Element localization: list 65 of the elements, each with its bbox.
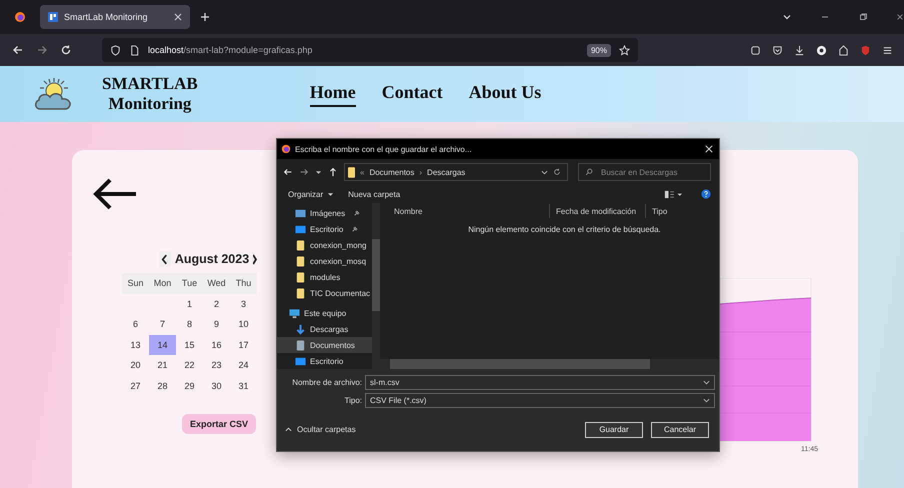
month-title: August 2023 bbox=[174, 252, 250, 266]
calendar-day[interactable]: 20 bbox=[122, 355, 149, 376]
organize-button[interactable]: Organizar bbox=[285, 190, 338, 198]
calendar-day[interactable]: 2 bbox=[203, 294, 230, 314]
calendar-day[interactable]: 31 bbox=[230, 376, 257, 396]
calendar-day[interactable]: 9 bbox=[203, 314, 230, 334]
site-title: Monitoring bbox=[108, 94, 192, 114]
calendar-day[interactable]: 8 bbox=[176, 314, 203, 334]
calendar-day[interactable]: 16 bbox=[203, 334, 230, 355]
calendar-day[interactable]: 27 bbox=[122, 376, 149, 396]
calendar-day[interactable]: 17 bbox=[230, 334, 257, 355]
column-header[interactable]: Fecha de modificación bbox=[550, 204, 646, 218]
site-title: SMARTLAB bbox=[102, 74, 198, 94]
calendar-day[interactable]: 13 bbox=[122, 334, 149, 355]
folder-tree-item[interactable]: Documentos bbox=[277, 337, 372, 353]
calendar-day[interactable]: 7 bbox=[149, 314, 176, 334]
zoom-badge[interactable]: 90% bbox=[586, 44, 611, 56]
cancel-button[interactable]: Cancelar bbox=[651, 422, 709, 438]
column-header[interactable]: Tipo bbox=[646, 204, 668, 218]
calendar-day[interactable]: 24 bbox=[230, 355, 257, 376]
calendar-day[interactable]: 14 bbox=[149, 334, 176, 355]
calendar-day[interactable]: 22 bbox=[176, 355, 203, 376]
address-bar[interactable]: localhost/smart-lab?module=graficas.php 90% bbox=[102, 38, 638, 62]
calendar-day[interactable]: 23 bbox=[203, 355, 230, 376]
empty-message: Ningún elemento coincide con el criterio de búsqueda. bbox=[468, 225, 661, 234]
new-folder-button[interactable]: Nueva carpeta bbox=[345, 190, 404, 198]
weekday-label: Tue bbox=[176, 273, 203, 294]
folder-tree-item[interactable]: TIC Documentac bbox=[277, 285, 372, 301]
calendar-day[interactable]: 3 bbox=[230, 294, 257, 314]
input-field[interactable]: CSV File (*.csv) bbox=[365, 393, 715, 408]
calendar-day[interactable]: 10 bbox=[230, 314, 257, 334]
weekday-label: Mon bbox=[149, 273, 176, 294]
input-field[interactable]: sl-m.csv bbox=[365, 375, 715, 390]
search-field[interactable]: Buscar en Descargas bbox=[578, 163, 711, 181]
url-text: localhost/smart-lab?module=graficas.php bbox=[148, 45, 312, 55]
calendar-day[interactable]: 21 bbox=[149, 355, 176, 376]
calendar-day[interactable]: 29 bbox=[176, 376, 203, 396]
dialog-title: Escriba el nombre con el que guardar el archivo... bbox=[295, 144, 472, 154]
weekday-label: Wed bbox=[203, 273, 230, 294]
nav-link[interactable]: Home bbox=[310, 82, 356, 106]
path-field[interactable]: « Documentos › Descargas bbox=[344, 163, 568, 181]
folder-tree-item[interactable]: conexion_mosq bbox=[277, 253, 372, 269]
field-label: Nombre de archivo: bbox=[291, 378, 362, 387]
calendar-day[interactable]: 30 bbox=[203, 376, 230, 396]
field-label: Tipo: bbox=[344, 396, 362, 405]
weekday-label: Thu bbox=[230, 273, 257, 294]
nav-link[interactable]: Contact bbox=[382, 82, 443, 106]
folder-tree-item[interactable]: Este equipo bbox=[277, 305, 372, 321]
calendar-day[interactable]: 1 bbox=[176, 294, 203, 314]
nav-link[interactable]: About Us bbox=[468, 82, 542, 106]
hide-folders-button[interactable]: Ocultar carpetas bbox=[285, 425, 356, 434]
folder-tree-item[interactable]: modules bbox=[277, 269, 372, 285]
weekday-label: Sun bbox=[122, 273, 149, 294]
folder-tree-item[interactable]: Escritorio bbox=[277, 221, 372, 237]
export-csv-button[interactable]: Exportar CSV bbox=[182, 414, 256, 434]
column-header[interactable]: Nombre bbox=[380, 204, 550, 218]
calendar-day[interactable]: 15 bbox=[176, 334, 203, 355]
save-button[interactable]: Guardar bbox=[585, 422, 643, 438]
calendar-day[interactable]: 6 bbox=[122, 314, 149, 334]
folder-tree-item[interactable]: Descargas bbox=[277, 321, 372, 337]
browser-tab[interactable]: SmartLab Monitoring bbox=[40, 5, 190, 29]
folder-tree-item[interactable]: conexion_mong bbox=[277, 237, 372, 253]
calendar-day[interactable]: 28 bbox=[149, 376, 176, 396]
folder-tree-item[interactable]: Imágenes bbox=[277, 205, 372, 221]
folder-tree-item[interactable]: Escritorio bbox=[277, 353, 372, 369]
